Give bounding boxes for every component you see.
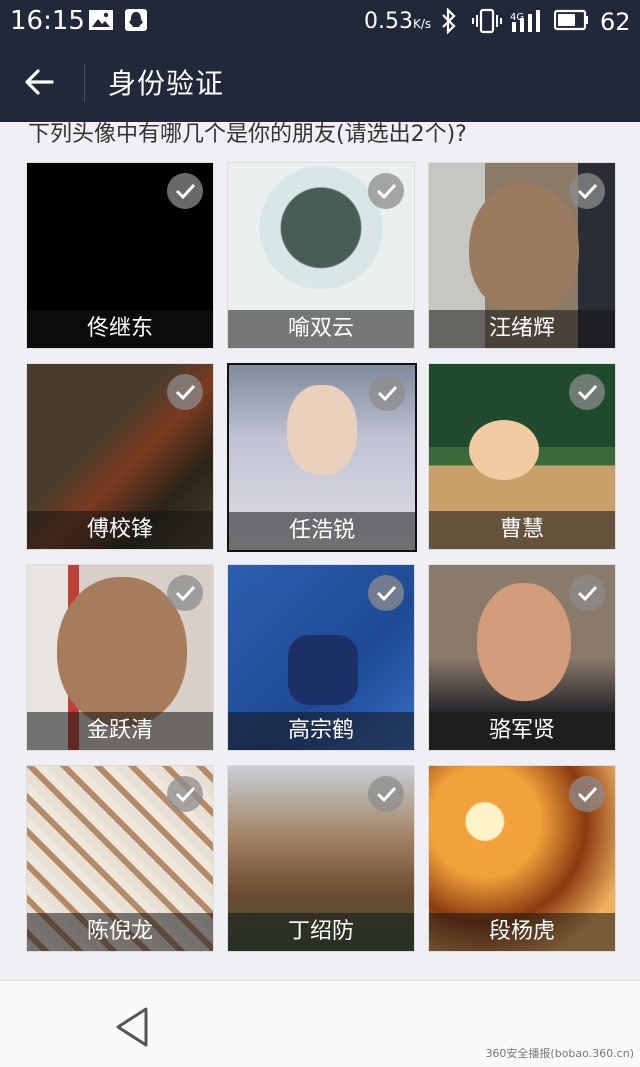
friend-name: 任浩锐 (229, 512, 415, 550)
back-arrow-icon[interactable] (22, 64, 62, 100)
speed-value: 0.53 (364, 9, 413, 34)
nav-back-triangle-icon[interactable] (112, 1005, 152, 1053)
image-icon (88, 8, 114, 40)
friend-name: 丁绍防 (228, 913, 414, 951)
friend-option[interactable]: 段杨虎 (428, 765, 616, 952)
face-shape (287, 385, 357, 475)
page-title: 身份验证 (108, 67, 225, 100)
friend-option[interactable]: 任浩锐 (227, 363, 417, 552)
friend-name: 曹慧 (429, 511, 615, 549)
bluetooth-icon (440, 7, 458, 42)
friend-name: 喻双云 (228, 310, 414, 348)
face-shape (469, 420, 539, 480)
friend-option[interactable]: 傅校锋 (26, 363, 214, 550)
status-time: 16:15 (10, 6, 85, 36)
friend-option[interactable]: 佟继东 (26, 162, 214, 349)
friend-name: 高宗鹤 (228, 712, 414, 750)
friend-name: 陈倪龙 (27, 913, 213, 951)
friend-option[interactable]: 金跃清 (26, 564, 214, 751)
check-icon (368, 173, 404, 209)
navigation-bar: 360安全播报(bobao.360.cn) (0, 980, 640, 1067)
check-icon (167, 374, 203, 410)
check-icon (569, 776, 605, 812)
friend-option[interactable]: 喻双云 (227, 162, 415, 349)
check-icon (167, 173, 203, 209)
app-bar: 身份验证 (0, 44, 640, 122)
friend-name: 佟继东 (27, 310, 213, 348)
check-icon (368, 776, 404, 812)
qq-icon (124, 8, 148, 40)
friend-name: 傅校锋 (27, 511, 213, 549)
friend-name: 骆军贤 (429, 712, 615, 750)
status-bar: 16:15 0.53K/s 4G 62 (0, 0, 640, 44)
friend-option[interactable]: 汪绪辉 (428, 162, 616, 349)
friend-option[interactable]: 曹慧 (428, 363, 616, 550)
face-shape (469, 183, 579, 313)
check-icon (369, 375, 405, 411)
friend-option[interactable]: 丁绍防 (227, 765, 415, 952)
friend-name: 汪绪辉 (429, 310, 615, 348)
friend-option[interactable]: 高宗鹤 (227, 564, 415, 751)
check-icon (368, 575, 404, 611)
friend-option[interactable]: 陈倪龙 (26, 765, 214, 952)
face-shape (477, 583, 571, 701)
header-divider (84, 64, 85, 102)
friend-name: 段杨虎 (429, 913, 615, 951)
check-icon (569, 575, 605, 611)
network-speed: 0.53K/s (364, 8, 431, 38)
watermark: 360安全播报(bobao.360.cn) (485, 1047, 634, 1060)
check-icon (569, 374, 605, 410)
friend-option[interactable]: 骆军贤 (428, 564, 616, 751)
friend-name: 金跃清 (27, 712, 213, 750)
check-icon (167, 776, 203, 812)
battery-icon (553, 8, 590, 40)
vibrate-icon (472, 8, 502, 42)
question-prompt: 下列头像中有哪几个是你的朋友(请选出2个)? (28, 122, 467, 147)
speed-unit: K/s (412, 17, 432, 31)
check-icon (569, 173, 605, 209)
decor-shape (288, 635, 358, 705)
check-icon (167, 575, 203, 611)
battery-level: 62 (600, 8, 631, 36)
